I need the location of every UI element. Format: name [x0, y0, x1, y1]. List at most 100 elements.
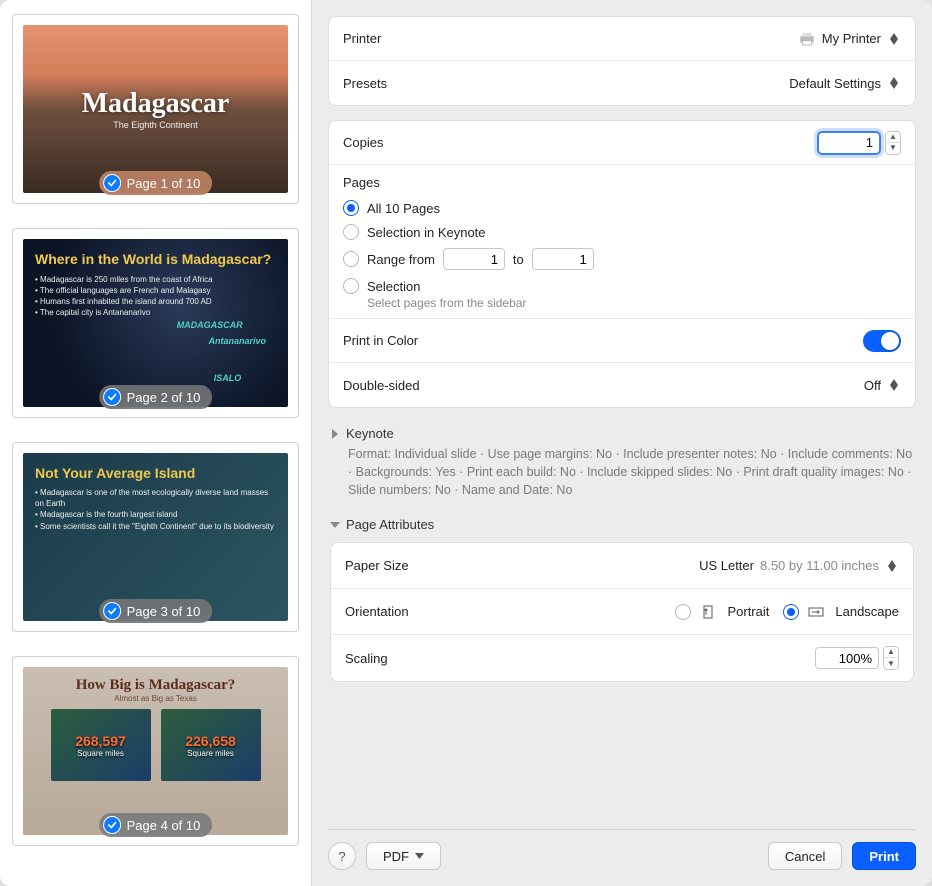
- page-attributes-group: Paper Size US Letter 8.50 by 11.00 inche…: [330, 542, 914, 682]
- pdf-menu-button[interactable]: PDF: [366, 842, 441, 870]
- presets-select[interactable]: Default Settings: [789, 74, 901, 92]
- checkmark-icon[interactable]: [103, 816, 121, 834]
- range-from-input[interactable]: [443, 248, 505, 270]
- keynote-disclosure[interactable]: Keynote: [330, 422, 914, 445]
- print-dialog: Madagascar The Eighth Continent Page 1 o…: [0, 0, 932, 886]
- copies-row: Copies ▲ ▼: [329, 121, 915, 165]
- step-down[interactable]: ▼: [886, 143, 900, 154]
- checkmark-icon[interactable]: [103, 602, 121, 620]
- slide-title: Madagascar: [82, 88, 230, 120]
- page-badge[interactable]: Page 3 of 10: [99, 599, 213, 623]
- radio-icon[interactable]: [343, 251, 359, 267]
- paper-size-dimensions: 8.50 by 11.00 inches: [760, 558, 879, 573]
- orientation-portrait-option[interactable]: Portrait: [675, 604, 769, 620]
- copies-label: Copies: [343, 135, 383, 150]
- printer-row: Printer My Printer: [329, 17, 915, 61]
- range-to-input[interactable]: [532, 248, 594, 270]
- page-badge[interactable]: Page 2 of 10: [99, 385, 213, 409]
- double-sided-value: Off: [864, 378, 881, 393]
- selection-hint: Select pages from the sidebar: [343, 296, 901, 310]
- updown-icon: [885, 557, 899, 575]
- thumbnail-page-2[interactable]: Where in the World is Madagascar? • Mada…: [12, 228, 299, 418]
- page-badge[interactable]: Page 1 of 10: [99, 171, 213, 195]
- page-label: Page 3 of 10: [127, 604, 201, 619]
- print-options-panel: Printer My Printer Presets: [312, 0, 932, 886]
- thumbnail-page-4[interactable]: How Big is Madagascar? Almost as Big as …: [12, 656, 299, 846]
- step-up[interactable]: ▲: [884, 647, 898, 658]
- page-attributes-section: Page Attributes Paper Size US Letter 8.5…: [328, 513, 916, 682]
- page-attributes-title: Page Attributes: [346, 517, 434, 532]
- orientation-label: Orientation: [345, 604, 409, 619]
- orientation-row: Orientation Portrait Landscape: [331, 589, 913, 635]
- page-label: Page 4 of 10: [127, 818, 201, 833]
- options-scroll[interactable]: Printer My Printer Presets: [328, 16, 916, 829]
- scaling-stepper[interactable]: ▲ ▼: [883, 646, 899, 670]
- keynote-summary: Format: Individual slide · Use page marg…: [348, 445, 914, 499]
- pages-range-option[interactable]: Range from to: [343, 244, 901, 274]
- slide-title: How Big is Madagascar?: [76, 677, 236, 694]
- pages-label: Pages: [343, 175, 901, 190]
- paper-size-select[interactable]: US Letter 8.50 by 11.00 inches: [699, 557, 899, 575]
- presets-row: Presets Default Settings: [329, 61, 915, 105]
- chevron-down-icon: [330, 520, 340, 530]
- page-label: Page 1 of 10: [127, 176, 201, 191]
- orientation-landscape-option[interactable]: Landscape: [783, 604, 899, 620]
- paper-size-row: Paper Size US Letter 8.50 by 11.00 inche…: [331, 543, 913, 589]
- page-thumbnails-sidebar[interactable]: Madagascar The Eighth Continent Page 1 o…: [0, 0, 312, 886]
- copies-stepper[interactable]: ▲ ▼: [885, 131, 901, 155]
- paper-size-value: US Letter: [699, 558, 754, 573]
- updown-icon: [887, 74, 901, 92]
- paper-size-label: Paper Size: [345, 558, 409, 573]
- printer-label: Printer: [343, 31, 381, 46]
- slide-title: Not Your Average Island: [35, 465, 195, 481]
- dialog-footer: ? PDF Cancel Print: [328, 829, 916, 870]
- landscape-icon: [807, 605, 825, 619]
- step-down[interactable]: ▼: [884, 658, 898, 669]
- slide-subtitle: Almost as Big as Texas: [114, 694, 197, 703]
- radio-icon[interactable]: [783, 604, 799, 620]
- scaling-row: Scaling ▲ ▼: [331, 635, 913, 681]
- slide-subtitle: The Eighth Continent: [113, 120, 198, 130]
- thumbnail-page-3[interactable]: Not Your Average Island • Madagascar is …: [12, 442, 299, 632]
- scaling-label: Scaling: [345, 651, 388, 666]
- print-color-row: Print in Color: [329, 319, 915, 363]
- thumbnail-page-1[interactable]: Madagascar The Eighth Continent Page 1 o…: [12, 14, 299, 204]
- chevron-right-icon: [330, 429, 340, 439]
- pages-selection-keynote-option[interactable]: Selection in Keynote: [343, 220, 901, 244]
- portrait-icon: [699, 605, 717, 619]
- step-up[interactable]: ▲: [886, 132, 900, 143]
- page-badge[interactable]: Page 4 of 10: [99, 813, 213, 837]
- copies-input[interactable]: [817, 131, 881, 155]
- radio-icon[interactable]: [343, 224, 359, 240]
- scaling-input[interactable]: [815, 647, 879, 669]
- print-settings-group: Copies ▲ ▼ Pages All 10 Pages: [328, 120, 916, 408]
- help-button[interactable]: ?: [328, 842, 356, 870]
- printer-icon: [798, 32, 816, 46]
- cancel-button[interactable]: Cancel: [768, 842, 842, 870]
- printer-value: My Printer: [822, 31, 881, 46]
- printer-presets-group: Printer My Printer Presets: [328, 16, 916, 106]
- slide-title: Where in the World is Madagascar?: [35, 251, 271, 268]
- pages-selection-option[interactable]: Selection: [343, 274, 901, 298]
- presets-value: Default Settings: [789, 76, 881, 91]
- radio-icon[interactable]: [343, 278, 359, 294]
- pages-all-option[interactable]: All 10 Pages: [343, 196, 901, 220]
- keynote-section: Keynote Format: Individual slide · Use p…: [328, 422, 916, 499]
- page-attributes-disclosure[interactable]: Page Attributes: [330, 513, 914, 536]
- updown-icon: [887, 376, 901, 394]
- chevron-down-icon: [415, 853, 424, 859]
- printer-select[interactable]: My Printer: [798, 30, 901, 48]
- print-color-label: Print in Color: [343, 333, 418, 348]
- updown-icon: [887, 30, 901, 48]
- keynote-title: Keynote: [346, 426, 394, 441]
- print-color-toggle[interactable]: [863, 330, 901, 352]
- radio-icon[interactable]: [343, 200, 359, 216]
- radio-icon[interactable]: [675, 604, 691, 620]
- checkmark-icon[interactable]: [103, 388, 121, 406]
- double-sided-label: Double-sided: [343, 378, 420, 393]
- page-label: Page 2 of 10: [127, 390, 201, 405]
- presets-label: Presets: [343, 76, 387, 91]
- checkmark-icon[interactable]: [103, 174, 121, 192]
- double-sided-select[interactable]: Off: [864, 376, 901, 394]
- print-button[interactable]: Print: [852, 842, 916, 870]
